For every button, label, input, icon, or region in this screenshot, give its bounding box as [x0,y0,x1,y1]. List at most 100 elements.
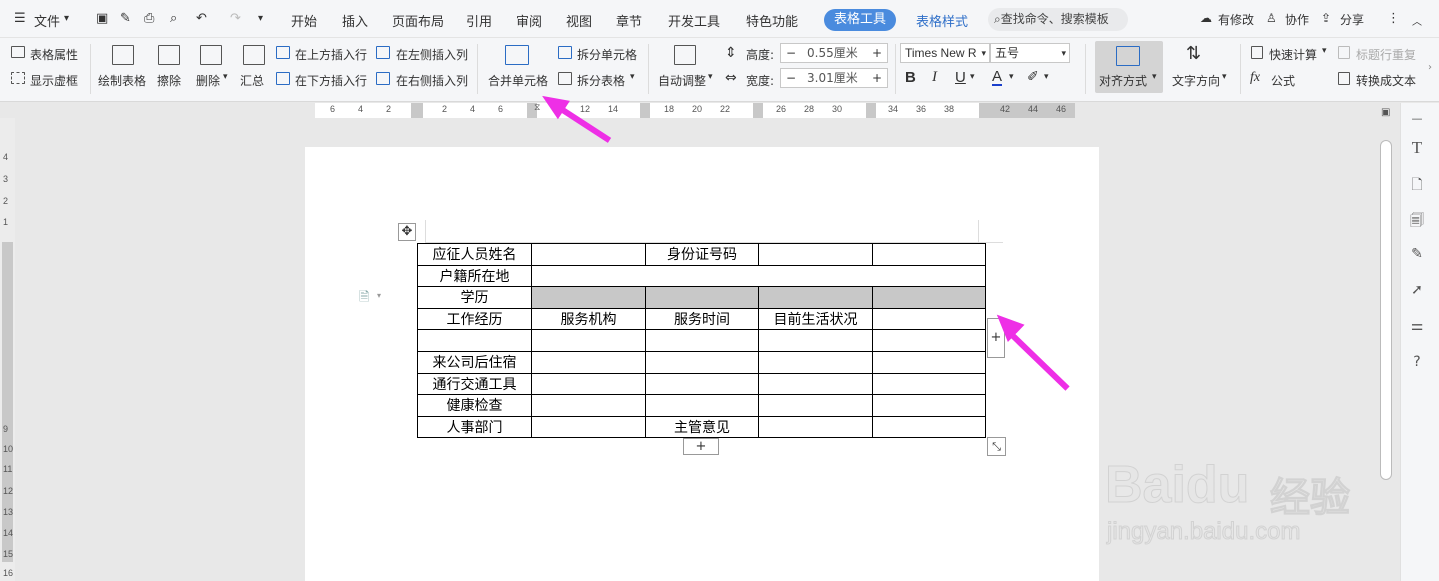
table-cell[interactable] [645,372,759,396]
header-repeat-button[interactable]: 标题行重复 [1356,46,1416,63]
table-cell[interactable] [531,372,646,396]
table-move-icon[interactable]: ✥ [398,223,416,241]
tab-review[interactable]: 审阅 [516,11,542,30]
show-gridlines-button[interactable]: 显示虚框 [30,72,78,89]
pen-icon[interactable]: ✎ [1408,246,1426,264]
formula-button[interactable]: 公式 [1271,72,1295,89]
table-cell[interactable] [758,329,873,352]
chevron-down-icon[interactable]: ▾ [981,44,986,62]
scroll-up-icon[interactable]: ▣ [1381,107,1390,118]
italic-button[interactable]: I [932,69,937,86]
insert-left-button[interactable]: 在左侧插入列 [396,46,468,63]
document-icon[interactable]: 🗎 [359,288,369,310]
table-cell[interactable]: 工作经历 [417,307,532,331]
table-cell-selected[interactable] [872,286,986,309]
table-cell[interactable] [872,329,986,352]
collapse-ribbon-icon[interactable]: ︿ [1412,13,1422,28]
document-table[interactable]: 应征人员姓名 身份证号码 户籍所在地 学历 工作经历 服务机构 服务时间 目前生… [417,243,986,439]
table-cell[interactable]: 健康检查 [417,394,532,417]
table-cell[interactable] [645,329,759,352]
table-cell[interactable] [531,243,646,266]
tab-view[interactable]: 视图 [566,11,592,30]
text-direction-button[interactable]: 文字方向 [1172,72,1220,89]
file-menu[interactable]: 文件 [34,11,60,30]
summary-button[interactable]: 汇总 [240,72,264,89]
font-name-select[interactable]: Times New R ▾ [900,43,990,63]
collapse-sidebar-icon[interactable]: — [1408,112,1426,130]
merge-cells-button[interactable]: 合并单元格 [488,72,548,89]
minus-icon[interactable]: − [786,44,796,62]
tab-home[interactable]: 开始 [291,11,317,30]
table-cell[interactable]: 主管意见 [645,415,759,439]
resize-table-icon[interactable]: ⤡ [987,437,1006,456]
vertical-scrollbar[interactable] [1380,140,1392,480]
insert-below-button[interactable]: 在下方插入行 [295,72,367,89]
table-cell[interactable] [645,394,759,417]
table-cell[interactable] [417,329,532,352]
table-cell[interactable] [872,415,986,439]
table-cell[interactable]: 身份证号码 [645,243,759,266]
highlight-icon[interactable]: ✐ [1027,69,1039,85]
font-size-select[interactable]: 五号 ▾ [990,43,1070,63]
chevron-down-icon[interactable]: ▾ [1061,44,1066,62]
document-tool-icon[interactable]: 🗋 [1408,174,1426,193]
table-cell[interactable]: 来公司后住宿 [417,350,532,374]
save-icon[interactable]: ▣ [96,11,108,26]
document-settings-icon[interactable]: 🗐 [1408,210,1426,229]
bold-button[interactable]: B [905,69,916,86]
more-icon[interactable]: ⋮ [1387,11,1400,26]
align-button[interactable]: 对齐方式 ▾ [1095,41,1163,93]
table-cell[interactable] [531,415,646,439]
collab-button[interactable]: 协作 [1285,11,1309,28]
table-cell[interactable]: 通行交通工具 [417,372,532,396]
tab-table-tools[interactable]: 表格工具 [824,9,896,31]
chevron-down-icon[interactable]: ▾ [630,72,635,82]
table-cell[interactable]: 户籍所在地 [417,264,532,288]
text-style-icon[interactable]: T [1408,138,1426,157]
sliders-icon[interactable]: ⚌ [1408,318,1426,336]
table-cell[interactable] [758,372,873,396]
table-cell-merged[interactable] [531,264,986,288]
chevron-down-icon[interactable]: ▾ [1322,46,1327,56]
table-cell-selected[interactable] [531,286,646,309]
table-cell[interactable]: 人事部门 [417,415,532,439]
add-row-button[interactable]: + [683,438,719,455]
modified-status[interactable]: 有修改 [1218,11,1254,28]
table-cell[interactable]: 目前生活状况 [758,307,873,331]
insert-right-button[interactable]: 在右侧插入列 [396,72,468,89]
table-cell-selected[interactable] [645,286,759,309]
quick-access-more-icon[interactable]: ▾ [258,13,263,24]
plus-icon[interactable]: + [872,69,882,87]
underline-button[interactable]: U [955,69,966,86]
convert-to-text-button[interactable]: 转换成文本 [1356,72,1416,89]
table-cell[interactable] [758,243,873,266]
split-cells-button[interactable]: 拆分单元格 [577,46,637,63]
chevron-down-icon[interactable]: ▾ [970,72,975,82]
undo-icon[interactable]: ↶ [196,11,207,26]
tab-table-style[interactable]: 表格样式 [916,11,968,30]
width-input[interactable]: 3.01厘米 [807,69,858,87]
erase-button[interactable]: 擦除 [157,72,181,89]
table-cell[interactable] [872,307,986,331]
insert-above-button[interactable]: 在上方插入行 [295,46,367,63]
table-cell[interactable]: 服务时间 [645,307,759,331]
table-cell[interactable] [872,350,986,374]
table-cell[interactable] [758,415,873,439]
chevron-down-icon[interactable]: ▾ [1222,72,1227,82]
search-box[interactable]: ⌕查找命令、搜索模板 [988,8,1128,31]
height-stepper[interactable]: − 0.55厘米 + [780,43,888,63]
table-cell[interactable] [758,394,873,417]
redo-icon[interactable]: ↷ [230,11,241,26]
tab-references[interactable]: 引用 [466,11,492,30]
table-cell[interactable]: 服务机构 [531,307,646,331]
tab-page-layout[interactable]: 页面布局 [392,11,444,30]
hamburger-icon[interactable]: ☰ [14,11,26,26]
table-cell[interactable] [645,350,759,374]
chevron-down-icon[interactable]: ▾ [223,72,228,82]
tab-insert[interactable]: 插入 [342,11,368,30]
chevron-down-icon[interactable]: ▾ [64,13,69,24]
table-cell[interactable] [872,243,986,266]
table-cell[interactable] [758,350,873,374]
tab-special[interactable]: 特色功能 [746,11,798,30]
table-cell-selected[interactable] [758,286,873,309]
